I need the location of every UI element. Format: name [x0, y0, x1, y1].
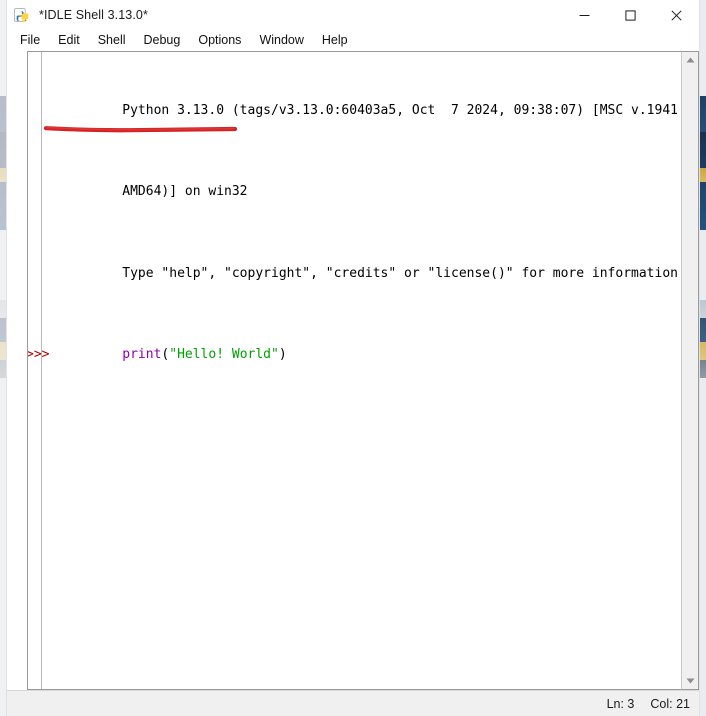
menu-item-edit[interactable]: Edit [49, 31, 89, 50]
console-line-command: >>> print("Hello! World") [28, 331, 679, 380]
scrollbar-up-arrow-button[interactable] [682, 52, 698, 68]
scrollbar-down-arrow-button[interactable] [682, 673, 698, 689]
menu-item-shell[interactable]: Shell [89, 31, 135, 50]
token-close-paren: ) [278, 347, 287, 363]
console-output: Python 3.13.0 (tags/v3.13.0:60403a5, Oct… [28, 54, 681, 413]
banner-text-3: Type "help", "copyright", "credits" or "… [122, 265, 681, 281]
console-line-banner-3: Type "help", "copyright", "credits" or "… [44, 250, 681, 299]
title-bar[interactable]: *IDLE Shell 3.13.0* [7, 0, 699, 30]
console-line-banner-1: Python 3.13.0 (tags/v3.13.0:60403a5, Oct… [44, 87, 679, 136]
shell-prompt: >>> [27, 347, 50, 363]
shell-vertical-scrollbar[interactable] [681, 51, 699, 690]
token-string-literal: "Hello! World" [169, 347, 279, 363]
prompt-gutter-divider [41, 52, 42, 689]
menu-item-options[interactable]: Options [189, 31, 250, 50]
token-function-name: print [122, 347, 162, 363]
shell-area: Python 3.13.0 (tags/v3.13.0:60403a5, Oct… [27, 51, 699, 690]
status-line-indicator: Ln: 3 [606, 696, 635, 711]
window-controls [561, 0, 699, 30]
chevron-up-icon [686, 57, 694, 63]
status-column-indicator: Col: 21 [650, 696, 690, 711]
status-bar: Ln: 3 Col: 21 [7, 690, 699, 716]
window-minimize-button[interactable] [561, 0, 607, 30]
scrollbar-track[interactable] [682, 68, 698, 673]
menu-item-debug[interactable]: Debug [135, 31, 190, 50]
chevron-down-icon [686, 678, 694, 684]
menu-item-window[interactable]: Window [250, 31, 312, 50]
window-close-button[interactable] [653, 0, 699, 30]
menu-item-file[interactable]: File [11, 31, 49, 50]
shell-text-widget[interactable]: Python 3.13.0 (tags/v3.13.0:60403a5, Oct… [27, 51, 681, 690]
menu-item-help[interactable]: Help [313, 31, 357, 50]
menu-bar: File Edit Shell Debug Options Window Hel… [7, 30, 699, 51]
python-idle-icon [14, 7, 29, 22]
desktop-wallpaper-left-sliver [0, 0, 7, 716]
window-title: *IDLE Shell 3.13.0* [39, 8, 148, 22]
idle-shell-window: *IDLE Shell 3.13.0* File Edit Shell Debu… [7, 0, 699, 716]
window-maximize-button[interactable] [607, 0, 653, 30]
console-line-banner-2: AMD64)] on win32 [44, 168, 679, 217]
banner-text-2: AMD64)] on win32 [122, 184, 248, 200]
banner-text-1: Python 3.13.0 (tags/v3.13.0:60403a5, Oct… [122, 102, 678, 118]
